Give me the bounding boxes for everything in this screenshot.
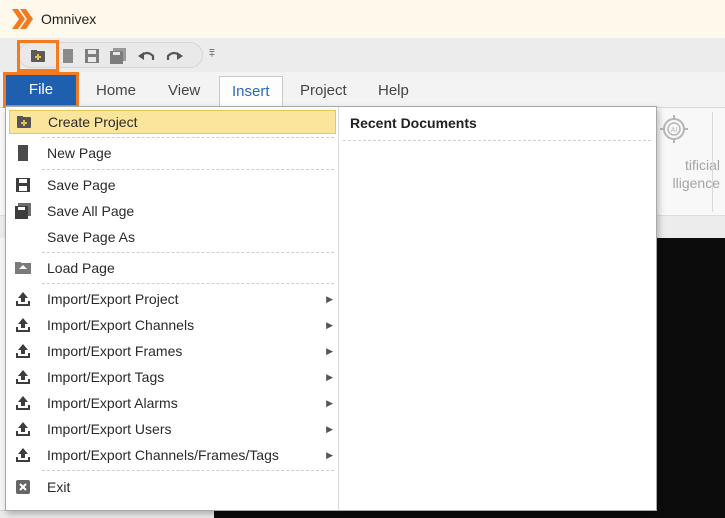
artificial-intelligence-icon: AI <box>660 115 688 143</box>
menu-item-label: Import/Export Frames <box>47 343 183 359</box>
menu-item-import-export-project[interactable]: Import/Export Project ▶ <box>9 287 336 311</box>
file-menu: Create Project New Page Save Page Save A… <box>5 106 657 511</box>
submenu-arrow-icon: ▶ <box>326 371 333 382</box>
menu-item-label: Import/Export Project <box>47 291 179 307</box>
import-export-icon <box>12 314 34 336</box>
menu-separator <box>42 252 334 253</box>
menu-item-label: New Page <box>47 145 112 161</box>
menu-item-label: Exit <box>47 479 71 495</box>
tab-help[interactable]: Help <box>366 76 421 106</box>
import-export-icon <box>12 366 34 388</box>
new-page-icon <box>12 142 34 164</box>
import-export-icon <box>12 288 34 310</box>
menu-separator <box>42 169 334 170</box>
submenu-arrow-icon: ▶ <box>326 397 333 408</box>
tab-file[interactable]: File <box>3 72 79 108</box>
menu-item-import-export-channels[interactable]: Import/Export Channels ▶ <box>9 313 336 337</box>
menu-item-label: Import/Export Channels/Frames/Tags <box>47 447 279 463</box>
menu-item-save-all-page[interactable]: Save All Page <box>9 199 336 223</box>
file-menu-items: Create Project New Page Save Page Save A… <box>6 107 338 510</box>
tab-home[interactable]: Home <box>84 76 148 106</box>
ai-label-line1: tificial <box>684 157 720 173</box>
menu-item-label: Import/Export Users <box>47 421 172 437</box>
menu-item-import-export-tags[interactable]: Import/Export Tags ▶ <box>9 365 336 389</box>
recent-documents-title: Recent Documents <box>350 115 477 131</box>
customize-toolbar-icon[interactable]: ⩱ <box>209 49 215 60</box>
save-all-icon[interactable] <box>108 46 128 66</box>
menu-item-save-page-as[interactable]: Save Page As <box>9 225 336 249</box>
omnivex-logo-icon <box>12 9 33 29</box>
menu-item-label: Load Page <box>47 260 115 276</box>
menu-item-import-export-frames[interactable]: Import/Export Frames ▶ <box>9 339 336 363</box>
import-export-icon <box>12 340 34 362</box>
undo-icon[interactable] <box>137 46 157 66</box>
save-icon <box>12 174 34 196</box>
create-project-icon <box>13 111 35 133</box>
menu-item-label: Save Page <box>47 177 116 193</box>
redo-icon[interactable] <box>164 46 184 66</box>
submenu-arrow-icon: ▶ <box>326 423 333 434</box>
menu-item-load-page[interactable]: Load Page <box>9 256 336 280</box>
submenu-arrow-icon: ▶ <box>326 293 333 304</box>
import-export-icon <box>12 392 34 414</box>
ai-group[interactable]: AI tificial lligence <box>656 112 720 212</box>
save-all-icon <box>12 200 34 222</box>
recent-documents-panel: Recent Documents <box>338 107 656 510</box>
ai-badge: AI <box>671 127 678 134</box>
ai-label-line2: lligence <box>672 175 720 191</box>
menu-item-save-page[interactable]: Save Page <box>9 173 336 197</box>
quick-access-toolbar: ⩱ <box>0 38 725 72</box>
status-strip <box>0 510 214 518</box>
ribbon-separator <box>712 112 713 212</box>
submenu-arrow-icon: ▶ <box>326 449 333 460</box>
menu-item-exit[interactable]: Exit <box>9 475 336 499</box>
menu-item-create-project[interactable]: Create Project <box>9 110 336 134</box>
tab-insert[interactable]: Insert <box>219 76 283 106</box>
menu-separator <box>42 137 334 138</box>
title-bar: Omnivex <box>0 0 725 38</box>
menu-item-label: Create Project <box>48 114 138 130</box>
submenu-arrow-icon: ▶ <box>326 345 333 356</box>
import-export-icon <box>12 418 34 440</box>
save-icon[interactable] <box>82 46 102 66</box>
ribbon-tabs: Home View Insert Project Help <box>0 72 725 108</box>
menu-item-label: Import/Export Alarms <box>47 395 178 411</box>
menu-item-icon-spacer <box>12 226 34 248</box>
app-title: Omnivex <box>41 11 97 27</box>
recent-documents-divider <box>343 140 651 141</box>
menu-item-new-page[interactable]: New Page <box>9 141 336 165</box>
menu-item-import-export-users[interactable]: Import/Export Users ▶ <box>9 417 336 441</box>
menu-item-label: Save All Page <box>47 203 135 219</box>
tab-project[interactable]: Project <box>288 76 359 106</box>
menu-item-label: Import/Export Channels <box>47 317 195 333</box>
tab-view[interactable]: View <box>156 76 212 106</box>
menu-item-label: Import/Export Tags <box>47 369 165 385</box>
menu-separator <box>42 470 334 471</box>
exit-icon <box>12 476 34 498</box>
menu-item-label: Save Page As <box>47 229 135 245</box>
quick-access-highlight <box>17 40 59 72</box>
load-page-icon <box>12 257 34 279</box>
menu-separator <box>42 283 334 284</box>
menu-item-import-export-channels-frames-tags[interactable]: Import/Export Channels/Frames/Tags ▶ <box>9 443 336 467</box>
menu-item-import-export-alarms[interactable]: Import/Export Alarms ▶ <box>9 391 336 415</box>
import-export-icon <box>12 444 34 466</box>
submenu-arrow-icon: ▶ <box>326 319 333 330</box>
page-icon[interactable] <box>58 46 78 66</box>
